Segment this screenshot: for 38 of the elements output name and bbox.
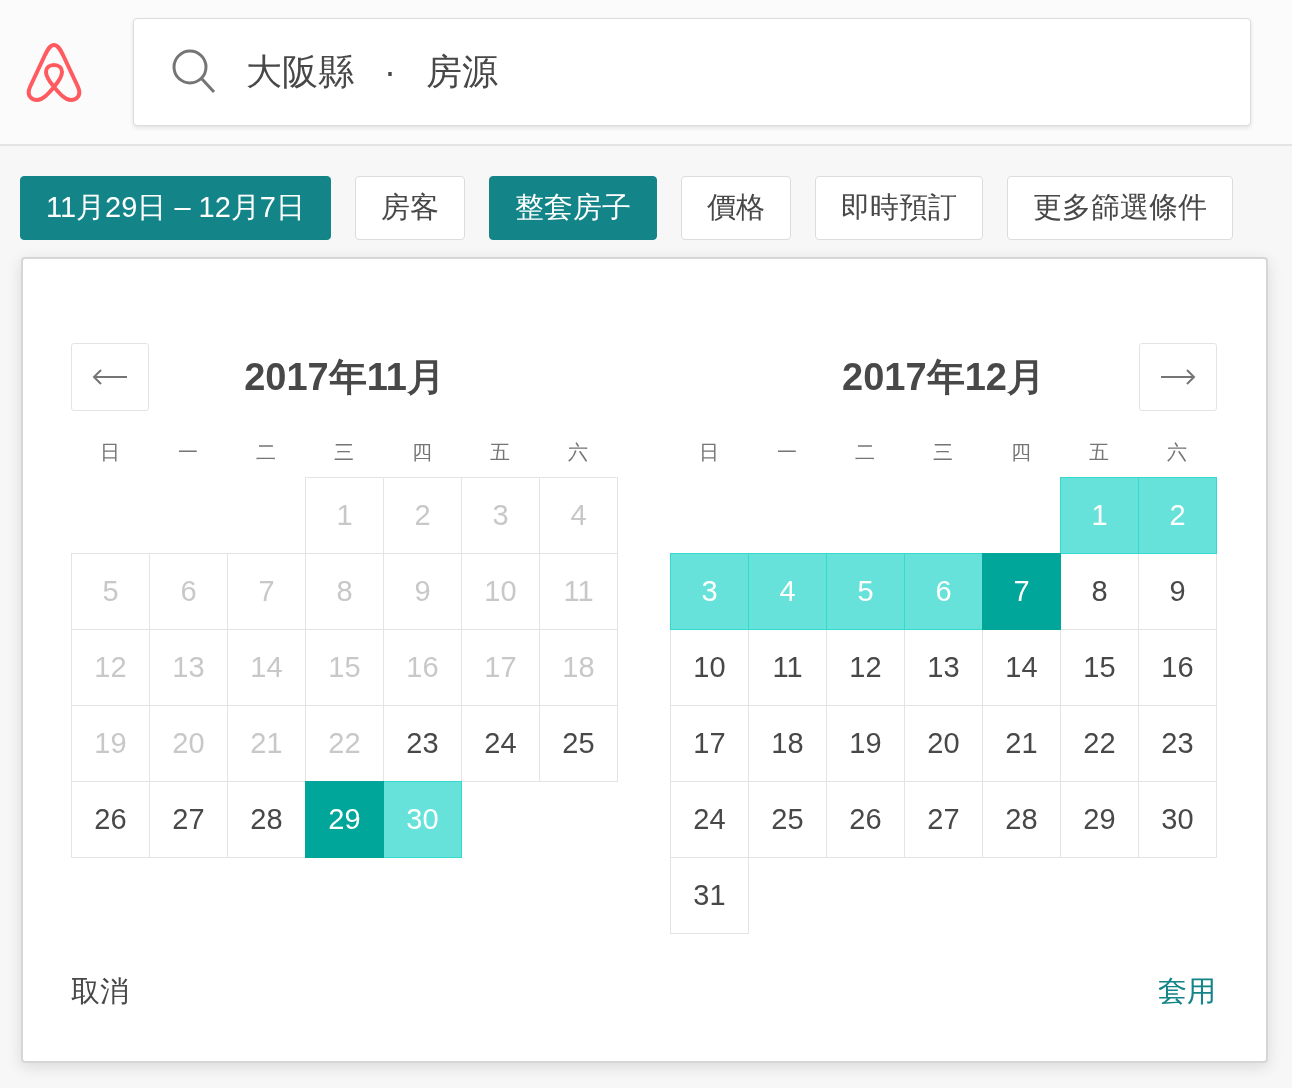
left-arrow-icon bbox=[92, 369, 128, 385]
search-field[interactable]: 大阪縣 · 房源 bbox=[133, 18, 1251, 126]
separator-dot: · bbox=[384, 50, 396, 94]
weekday-label: 五 bbox=[1088, 440, 1110, 465]
weekday-label: 二 bbox=[255, 440, 277, 465]
month-title: 2017年11月 bbox=[244, 354, 445, 400]
month-title: 2017年12月 bbox=[842, 354, 1045, 400]
weekday-label: 六 bbox=[567, 440, 589, 465]
right-arrow-icon bbox=[1160, 369, 1196, 385]
apply-button[interactable]: 套用 bbox=[1158, 969, 1216, 1013]
filter-button[interactable]: 整套房子 bbox=[489, 176, 657, 240]
calendar-day[interactable]: 31 bbox=[670, 857, 749, 934]
filter-button[interactable]: 價格 bbox=[681, 176, 791, 240]
weekday-label: 二 bbox=[854, 440, 876, 465]
location-text: 大阪縣 bbox=[246, 50, 354, 94]
calendar-day[interactable]: 25 bbox=[539, 705, 618, 782]
weekday-label: 一 bbox=[776, 440, 798, 465]
calendar-day[interactable]: 30 bbox=[1138, 781, 1217, 858]
weekday-label: 六 bbox=[1166, 440, 1188, 465]
filter-button[interactable]: 即時預訂 bbox=[815, 176, 983, 240]
logo-icon[interactable] bbox=[24, 41, 84, 103]
weekday-label: 五 bbox=[489, 440, 511, 465]
filter-button[interactable]: 更多篩選條件 bbox=[1007, 176, 1233, 240]
listing-type-text: 房源 bbox=[426, 50, 498, 94]
search-icon bbox=[172, 49, 216, 95]
previous-month-button[interactable] bbox=[71, 343, 149, 411]
filter-button[interactable]: 房客 bbox=[355, 176, 465, 240]
weekday-label: 日 bbox=[698, 440, 720, 465]
next-month-button[interactable] bbox=[1139, 343, 1217, 411]
weekday-label: 三 bbox=[333, 440, 355, 465]
calendar-day[interactable]: 26 bbox=[71, 781, 150, 858]
filter-button[interactable]: 11月29日 – 12月7日 bbox=[20, 176, 331, 240]
weekday-label: 三 bbox=[932, 440, 954, 465]
cancel-button[interactable]: 取消 bbox=[71, 969, 129, 1013]
weekday-label: 一 bbox=[177, 440, 199, 465]
weekday-label: 四 bbox=[411, 440, 433, 465]
weekday-label: 四 bbox=[1010, 440, 1032, 465]
weekday-label: 日 bbox=[99, 440, 121, 465]
